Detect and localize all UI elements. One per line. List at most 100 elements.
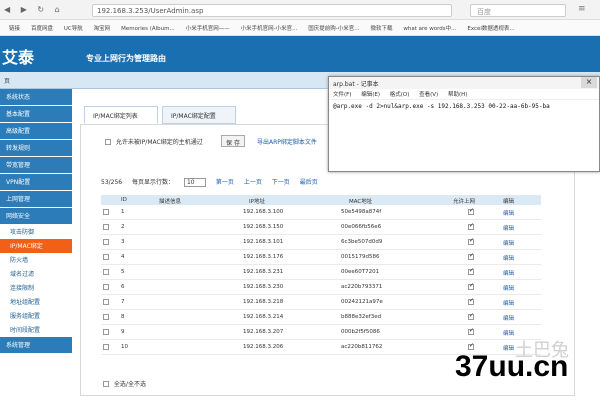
row-allow-checkbox[interactable]: [468, 252, 474, 260]
row-ip: 192.168.3.231: [243, 269, 284, 275]
table-row: 2 192.168.3.150 00e066fb56e6 编辑: [101, 220, 541, 235]
table-header: ID 描述信息 IP地址 MAC地址 允许上网 编辑: [101, 195, 541, 205]
first-page-link[interactable]: 第一页: [216, 179, 234, 186]
select-all-checkbox[interactable]: [103, 381, 109, 387]
bookmark-item[interactable]: 小米手机官网-小米官...: [241, 24, 298, 32]
next-page-link[interactable]: 下一页: [272, 179, 290, 186]
prev-page-link[interactable]: 上一页: [244, 179, 262, 186]
menu-item[interactable]: 查看(V): [419, 92, 438, 98]
row-allow-checkbox[interactable]: [468, 222, 474, 230]
menu-icon[interactable]: ≡: [578, 4, 586, 14]
close-icon[interactable]: ×: [581, 77, 597, 88]
row-edit-link[interactable]: 编辑: [503, 269, 514, 277]
bookmark-item[interactable]: Memories (Album...: [121, 26, 175, 32]
row-mac: 6c3be507d0d9: [341, 239, 383, 245]
sidebar-subitem-ipmac[interactable]: IP/MAC绑定: [0, 239, 72, 253]
bookmark-item[interactable]: 淘宝网: [94, 24, 111, 32]
row-allow-checkbox[interactable]: [468, 282, 474, 290]
bookmark-item[interactable]: 链接: [9, 24, 20, 32]
row-id: 9: [121, 329, 125, 335]
row-allow-checkbox[interactable]: [468, 267, 474, 275]
last-page-link[interactable]: 最后页: [300, 179, 318, 186]
menu-item[interactable]: 文件(F): [333, 92, 351, 98]
export-link[interactable]: 导出ARP绑定脚本文件: [257, 137, 317, 146]
row-mac: b888e32ef3ed: [341, 314, 382, 320]
save-button[interactable]: 保 存: [221, 135, 245, 147]
perpage-select[interactable]: 10: [183, 178, 206, 187]
sidebar-item[interactable]: VPN配置: [0, 174, 72, 190]
row-mac: 00e066fb56e6: [341, 224, 382, 230]
row-checkbox[interactable]: [103, 254, 109, 260]
bookmark-item[interactable]: UC导航: [64, 24, 83, 32]
row-checkbox[interactable]: [103, 314, 109, 320]
sidebar-item[interactable]: 高级配置: [0, 123, 72, 139]
row-id: 7: [121, 299, 125, 305]
row-edit-link[interactable]: 编辑: [503, 254, 514, 262]
row-edit-link[interactable]: 编辑: [503, 299, 514, 307]
bookmark-item[interactable]: 国庆提前购-小米官...: [308, 24, 359, 32]
sidebar-subitem[interactable]: 防火墙: [0, 253, 72, 267]
sidebar-item-network-security[interactable]: 网络安全: [0, 208, 72, 224]
bookmark-item[interactable]: 小米手机官网——: [186, 24, 230, 32]
row-edit-link[interactable]: 编辑: [503, 329, 514, 337]
menu-item[interactable]: 编辑(E): [361, 92, 380, 98]
allow-checkbox[interactable]: [105, 139, 111, 145]
bookmark-item[interactable]: what are words中...: [403, 24, 456, 32]
sidebar-item[interactable]: 带宽管理: [0, 157, 72, 173]
sidebar-item[interactable]: 转发规则: [0, 140, 72, 156]
sidebar-subitem[interactable]: 服务组配置: [0, 309, 72, 323]
tab-list[interactable]: IP/MAC绑定列表: [84, 106, 158, 124]
row-checkbox[interactable]: [103, 269, 109, 275]
sidebar-item-system[interactable]: 系统管理: [0, 337, 72, 353]
row-edit-link[interactable]: 编辑: [503, 224, 514, 232]
menu-item[interactable]: 格式(O): [390, 92, 410, 98]
row-allow-checkbox[interactable]: [468, 327, 474, 335]
tab-config[interactable]: IP/MAC绑定配置: [162, 106, 236, 124]
row-mac: 00242121a97e: [341, 299, 383, 305]
row-ip: 192.168.3.218: [243, 299, 284, 305]
notepad-window: arp.bat - 记事本 × 文件(F) 编辑(E) 格式(O) 查看(V) …: [328, 76, 600, 172]
row-mac: 50e5498a874f: [341, 209, 382, 215]
row-edit-link[interactable]: 编辑: [503, 209, 514, 217]
row-checkbox[interactable]: [103, 284, 109, 290]
row-allow-checkbox[interactable]: [468, 312, 474, 320]
row-id: 2: [121, 224, 125, 230]
sidebar-item[interactable]: 上网管理: [0, 191, 72, 207]
row-edit-link[interactable]: 编辑: [503, 314, 514, 322]
sidebar-subitem[interactable]: 时间段配置: [0, 323, 72, 337]
address-bar[interactable]: 192.168.3.253/UserAdmin.asp: [92, 4, 452, 17]
bookmarks-bar: 链接 百度网盘 UC导航 淘宝网 Memories (Album... 小米手机…: [0, 20, 600, 36]
sidebar-item[interactable]: 基本配置: [0, 106, 72, 122]
row-checkbox[interactable]: [103, 239, 109, 245]
row-id: 8: [121, 314, 125, 320]
search-box[interactable]: 百度: [470, 4, 566, 17]
row-checkbox[interactable]: [103, 224, 109, 230]
bookmark-item[interactable]: 百度网盘: [31, 24, 53, 32]
binding-table: ID 描述信息 IP地址 MAC地址 允许上网 编辑 1 192.168.3.1…: [101, 195, 541, 355]
sidebar-subitem[interactable]: 连接限制: [0, 281, 72, 295]
row-allow-checkbox[interactable]: [468, 297, 474, 305]
row-checkbox[interactable]: [103, 344, 109, 350]
bookmark-item[interactable]: 微软下载: [370, 24, 392, 32]
row-checkbox[interactable]: [103, 299, 109, 305]
menu-item[interactable]: 帮助(H): [448, 92, 467, 98]
row-checkbox[interactable]: [103, 329, 109, 335]
nav-buttons-icon[interactable]: ◀ ▶ ↻ ⌂: [4, 5, 64, 14]
bookmark-item[interactable]: Excel数据透视表...: [467, 24, 514, 32]
count-text: 53/256: [101, 179, 123, 186]
sidebar-subitem[interactable]: 地址组配置: [0, 295, 72, 309]
row-checkbox[interactable]: [103, 209, 109, 215]
perpage-label: 每页显示行数：: [132, 179, 175, 186]
notepad-text[interactable]: @arp.exe -d 2>nul&arp.exe -s 192.168.3.2…: [329, 100, 599, 113]
col-ip: IP地址: [249, 199, 265, 205]
row-allow-checkbox[interactable]: [468, 237, 474, 245]
sidebar: 系统状态 基本配置 高级配置 转发规则 带宽管理 VPN配置 上网管理 网络安全…: [0, 89, 72, 400]
sidebar-subitem[interactable]: 攻击防御: [0, 225, 72, 239]
slogan: 专业上网行为管理路由: [86, 54, 166, 63]
notepad-title-bar[interactable]: arp.bat - 记事本 ×: [329, 77, 599, 89]
sidebar-item[interactable]: 系统状态: [0, 89, 72, 105]
row-allow-checkbox[interactable]: [468, 207, 474, 215]
sidebar-subitem[interactable]: 域名过滤: [0, 267, 72, 281]
row-edit-link[interactable]: 编辑: [503, 239, 514, 247]
row-edit-link[interactable]: 编辑: [503, 284, 514, 292]
